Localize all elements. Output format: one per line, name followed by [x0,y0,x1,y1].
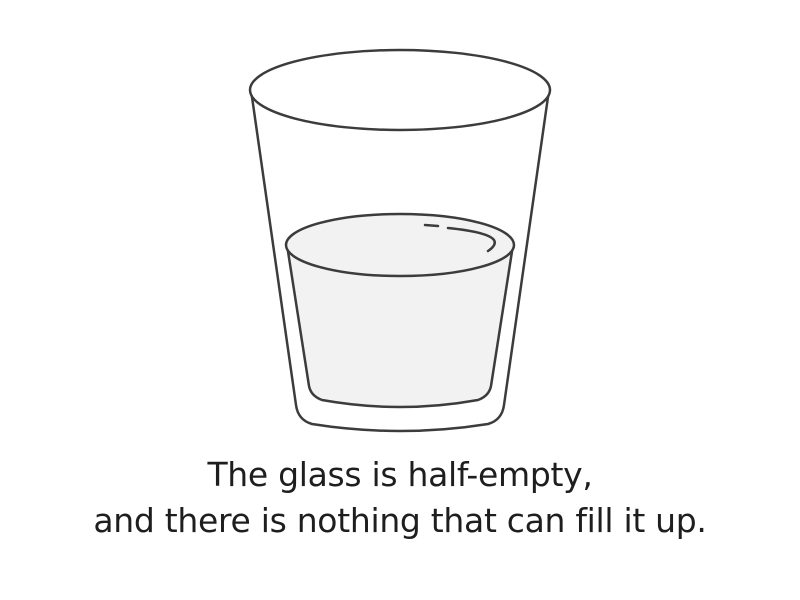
caption-line-1: The glass is half-empty, [207,455,593,494]
water-highlight-dash [423,223,440,228]
page-canvas: The glass is half-empty, and there is no… [0,0,800,600]
caption: The glass is half-empty, and there is no… [0,452,800,544]
caption-line-2: and there is nothing that can fill it up… [93,501,707,540]
glass-rim [248,48,552,132]
water-surface [284,212,516,278]
